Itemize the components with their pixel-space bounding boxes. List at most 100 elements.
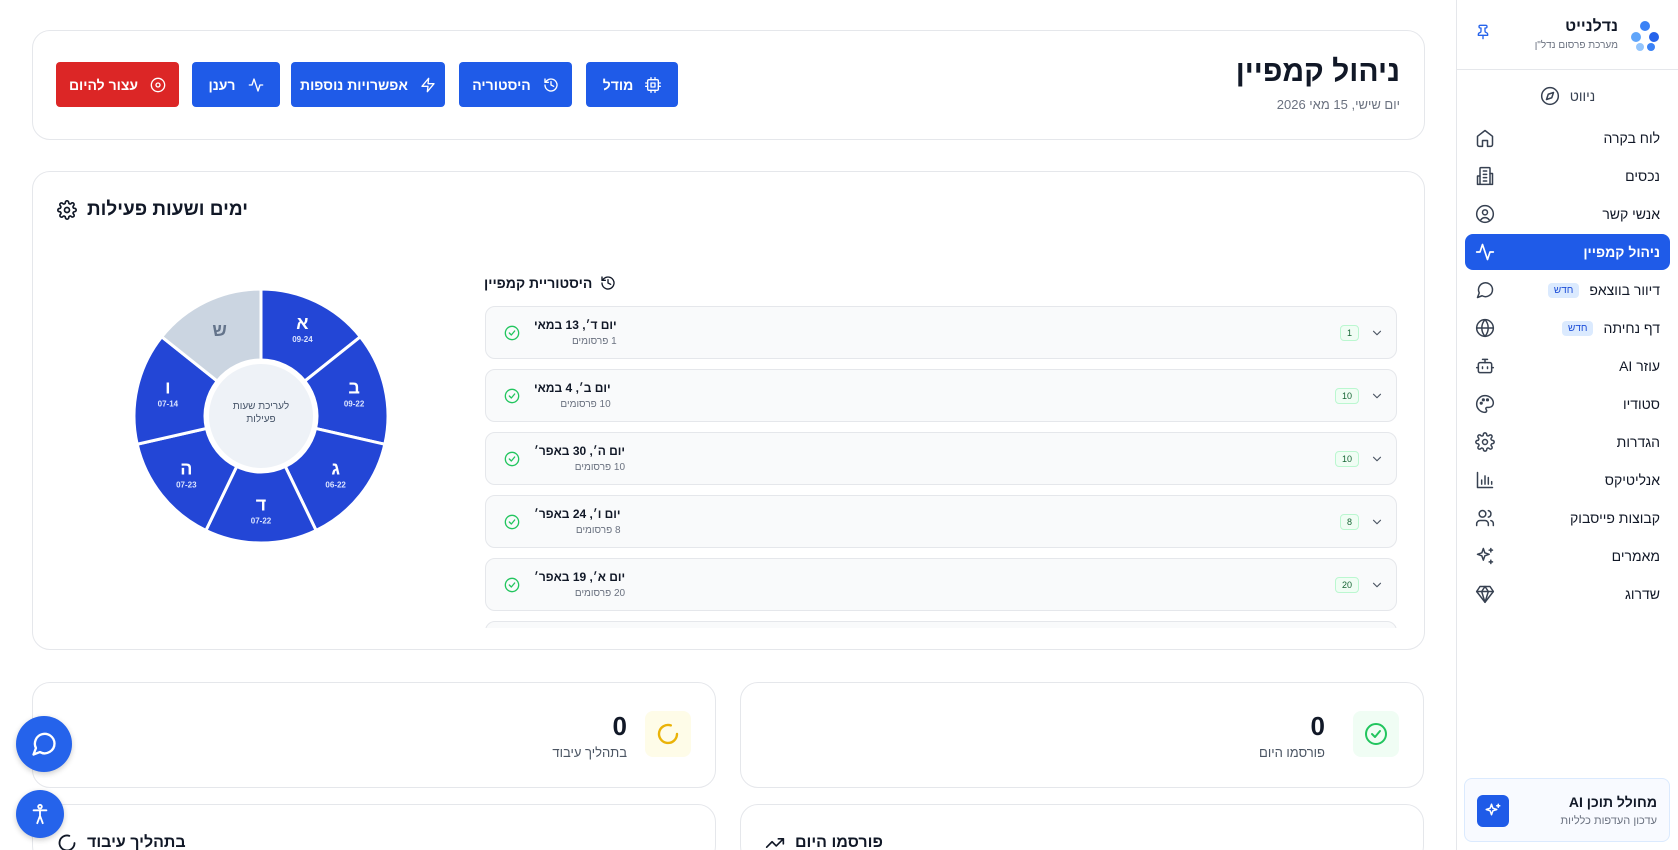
sidebar-item-label: ניהול קמפיין (1583, 244, 1660, 260)
history-item[interactable]: יום א׳, 19 באפר׳ 20 פרסומים 20 (485, 558, 1397, 611)
sidebar-item-upgrade[interactable]: שדרוג (1465, 576, 1670, 612)
history-item-date: יום ה׳, 30 באפר׳ (534, 444, 626, 458)
check-circle-icon (504, 577, 520, 593)
new-badge: חדש (1562, 320, 1594, 336)
history-item[interactable]: יום ה׳, 30 באפר׳ 10 פרסומים 10 (485, 432, 1397, 485)
chevron-down-icon[interactable] (1370, 389, 1384, 403)
stop-circle-icon (150, 77, 166, 92)
chat-fab[interactable] (16, 716, 72, 772)
day-letter: ב (348, 378, 360, 398)
refresh-button[interactable]: רענן (192, 62, 280, 107)
sidebar-item-facebook-groups[interactable]: קבוצות פייסבוק (1465, 500, 1670, 536)
more-options-button[interactable]: אפשרויות נוספות (291, 62, 445, 107)
chevron-down-icon[interactable] (1370, 326, 1384, 340)
logo-icon (1631, 20, 1659, 51)
day-letter: ד (256, 495, 266, 515)
accessibility-icon (32, 803, 48, 825)
message-circle-icon (32, 732, 56, 756)
stop-today-button-label: עצור להיום (68, 76, 139, 93)
campaign-history-list[interactable]: יום ד׳, 13 במאי 1 פרסומים 1 יום ב׳, 4 במא… (485, 306, 1397, 628)
history-item-count-text: 20 פרסומים (574, 588, 626, 599)
sidebar-item-ai-assistant[interactable]: עוזר AI (1465, 348, 1670, 384)
history-item[interactable]: יום ו׳, 24 באפר׳ 8 פרסומים 8 (485, 495, 1397, 548)
building-icon (1476, 166, 1494, 186)
history-item-date: יום א׳, 19 באפר׳ (534, 570, 626, 584)
pin-icon[interactable] (1475, 24, 1491, 40)
gear-icon[interactable] (57, 200, 77, 220)
chevron-down-icon[interactable] (1370, 578, 1384, 592)
sidebar-item-articles[interactable]: מאמרים (1465, 538, 1670, 574)
promo-subtitle: עדכון העדפות כלליות (1560, 814, 1658, 827)
sidebar-item-label: קבוצות פייסבוק (1570, 510, 1660, 526)
in-progress-section-title: בתהליך עיבוד (57, 833, 186, 850)
model-button-label: מודל (602, 76, 634, 93)
cpu-icon (645, 76, 662, 93)
day-hours: 07-22 (251, 517, 272, 526)
history-icon (601, 276, 615, 290)
stop-today-button[interactable]: עצור להיום (56, 62, 179, 107)
brand-subtitle: מערכת פרסום נדל"ן (1534, 40, 1618, 51)
home-icon (1476, 129, 1494, 148)
published-today-section: פורסמו היום (740, 804, 1424, 850)
gem-icon (1475, 585, 1495, 604)
sidebar-item-landing-page[interactable]: דף נחיתה חדש (1465, 310, 1670, 346)
published-today-section-title-text: פורסמו היום (795, 834, 883, 850)
brand-name: נדלנייט (1565, 18, 1618, 35)
check-circle-icon (1353, 711, 1399, 757)
promo-title: מחולל תוכן AI (1568, 793, 1657, 810)
days-wheel[interactable]: א 09-24 ב 09-22 ג 06-22 ד 07-22 ה 07-23 ו 07-14 ש לער… (121, 276, 401, 556)
in-progress-stat: 0 בתהליך עיבוד (32, 682, 716, 788)
published-today-label: פורסמו היום (1259, 745, 1325, 760)
activity-hours-title: ימים ושעות פעילות (57, 199, 248, 221)
sidebar-item-campaign[interactable]: ניהול קמפיין (1465, 234, 1670, 270)
activity-hours-card: ימים ושעות פעילות א 09-24 ב 09-22 ג 06-22 ד 07-… (32, 171, 1425, 650)
history-item[interactable]: יום ב׳, 4 במאי 10 פרסומים 10 (485, 369, 1397, 422)
day-hours: 07-23 (176, 481, 197, 490)
sidebar-item-whatsapp[interactable]: דיוור בווצאפ חדש (1465, 272, 1670, 308)
model-button[interactable]: מודל (586, 62, 678, 107)
activity-hours-title-text: ימים ושעות פעילות (87, 199, 248, 220)
sidebar-item-studio[interactable]: סטודיו (1465, 386, 1670, 422)
day-letter: ה (180, 459, 192, 479)
history-item[interactable]: יום ד׳, 13 במאי 1 פרסומים 1 (485, 306, 1397, 359)
page-title: ניהול קמפיין (1235, 55, 1400, 88)
sidebar-item-properties[interactable]: נכסים (1465, 158, 1670, 194)
users-icon (1475, 509, 1495, 527)
nav-heading: ניווט (1457, 72, 1678, 120)
check-circle-icon (504, 325, 520, 341)
sidebar-item-label: דף נחיתה (1603, 320, 1660, 336)
sidebar-item-label: אנליטיקס (1604, 472, 1660, 488)
sidebar-item-label: סטודיו (1623, 396, 1660, 412)
activity-icon (248, 77, 263, 92)
loader-icon (58, 834, 76, 850)
day-letter: ג (331, 459, 340, 479)
globe-icon (1475, 318, 1495, 338)
sidebar-item-label: אנשי קשר (1602, 206, 1660, 222)
sidebar-item-settings[interactable]: הגדרות (1465, 424, 1670, 460)
history-item-badge: 20 (1334, 577, 1359, 593)
chevron-down-icon[interactable] (1370, 515, 1384, 529)
sparkles-icon (1477, 795, 1509, 827)
ai-content-generator-card[interactable]: מחולל תוכן AI עדכון העדפות כלליות (1464, 778, 1670, 842)
zap-icon (421, 77, 435, 92)
history-button[interactable]: היסטוריה (459, 62, 572, 107)
history-item-count-text: 1 פרסומים (571, 336, 617, 347)
campaign-history-title-text: היסטוריית קמפיין (484, 275, 593, 291)
sparkles-icon (1476, 547, 1494, 565)
published-today-value: 0 (1310, 711, 1325, 741)
sidebar-item-contacts[interactable]: אנשי קשר (1465, 196, 1670, 232)
palette-icon (1476, 394, 1495, 414)
history-item-count-text: 10 פרסומים (560, 399, 611, 410)
trending-up-icon (765, 838, 785, 848)
history-item-date: יום ב׳, 4 במאי (534, 381, 611, 395)
history-item-partial[interactable] (485, 621, 1397, 628)
chevron-down-icon[interactable] (1370, 452, 1384, 466)
compass-icon (1540, 86, 1559, 106)
sidebar-item-analytics[interactable]: אנליטיקס (1465, 462, 1670, 498)
history-button-label: היסטוריה (472, 76, 531, 93)
day-letter: ו (165, 378, 170, 398)
history-item-date: יום ד׳, 13 במאי (534, 318, 617, 332)
accessibility-fab[interactable] (16, 790, 64, 838)
sidebar-item-dashboard[interactable]: לוח בקרה (1465, 120, 1670, 156)
day-hours: 07-14 (158, 400, 179, 409)
